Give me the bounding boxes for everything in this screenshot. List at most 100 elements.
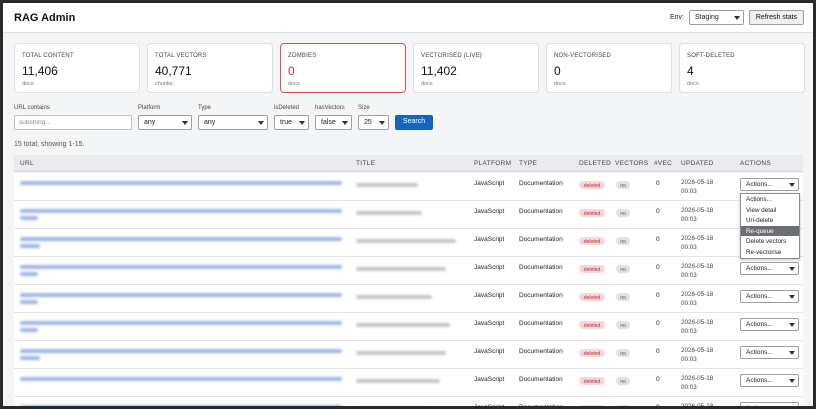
env-select[interactable]: Staging: [689, 10, 744, 25]
vec-count-cell: 0: [656, 264, 660, 271]
updated-time: 00:03: [681, 188, 697, 195]
column-header-url[interactable]: URL: [20, 160, 34, 167]
column-header-vectors[interactable]: VECTORS: [615, 160, 648, 167]
deleted-badge: deleted: [579, 321, 605, 329]
row-actions-select[interactable]: Actions...: [740, 318, 799, 331]
platform-filter-value: any: [144, 119, 156, 126]
row-actions-select[interactable]: Actions...: [740, 346, 799, 359]
column-header-updated[interactable]: UPDATED: [681, 160, 714, 167]
updated-cell: 2026-05-1800:03: [681, 346, 713, 364]
row-actions-select[interactable]: Actions...: [740, 262, 799, 275]
url-link-redacted-line2[interactable]: [20, 216, 38, 220]
table-row[interactable]: JavaScript Documentation deleted no 0 2026-05…: [14, 173, 803, 201]
stat-card-unit: docs: [421, 81, 433, 87]
isdeleted-filter-select[interactable]: true: [274, 115, 309, 130]
updated-date: 2026-05-18: [681, 179, 714, 186]
column-header-platform[interactable]: PLATFORM: [474, 160, 511, 167]
title-redacted: [356, 323, 450, 327]
title-redacted: [356, 351, 446, 355]
hasvectors-filter-select[interactable]: false: [315, 115, 352, 130]
platform-cell: JavaScript: [474, 348, 505, 355]
platform-cell: JavaScript: [474, 292, 505, 299]
column-header-actions: ACTIONS: [740, 160, 771, 167]
deleted-badge: deleted: [579, 209, 605, 217]
url-link-redacted-line2[interactable]: [20, 300, 38, 304]
chevron-down-icon: [789, 295, 795, 299]
row-actions-select[interactable]: Actions...: [740, 178, 799, 191]
url-link-redacted[interactable]: [20, 181, 342, 185]
isdeleted-filter-value: true: [280, 119, 293, 126]
url-link-redacted-line2[interactable]: [20, 244, 40, 248]
table-row[interactable]: JavaScript Documentation deleted no 0 2026-05…: [14, 257, 803, 285]
column-header-nvec[interactable]: #VEC: [654, 160, 672, 167]
chevron-down-icon: [299, 121, 305, 125]
type-filter-select[interactable]: any: [198, 115, 268, 130]
table-row[interactable]: JavaScript Documentation deleted no 0 2026-05…: [14, 285, 803, 313]
url-link-redacted[interactable]: [20, 237, 342, 241]
size-filter-label: Size: [358, 105, 370, 111]
url-link-redacted[interactable]: [20, 293, 342, 297]
menu-item-delete-vectors[interactable]: Delete vectors: [741, 236, 799, 247]
table-row[interactable]: JavaScript Documentation deleted no 0 2026-05…: [14, 341, 803, 369]
stat-card-label: SOFT-DELETED: [687, 53, 735, 59]
updated-date: 2026-05-18: [681, 347, 714, 354]
column-header-deleted[interactable]: DELETED: [579, 160, 611, 167]
type-cell: Documentation: [519, 404, 563, 406]
updated-cell: 2026-05-1800:03: [681, 234, 713, 252]
table-row[interactable]: JavaScript Documentation deleted no 0 2026-05…: [14, 201, 803, 229]
url-filter-input[interactable]: substring...: [14, 115, 132, 130]
platform-cell: JavaScript: [474, 404, 504, 406]
updated-date: 2026-05-18: [681, 207, 714, 214]
stat-card-soft-deleted: SOFT-DELETED 4 docs: [679, 43, 805, 93]
deleted-badge: deleted: [579, 377, 605, 385]
row-actions-select[interactable]: Actions...: [740, 402, 799, 406]
vec-count-cell: 0: [656, 348, 660, 355]
menu-item-view-detail[interactable]: View detail: [741, 205, 799, 216]
search-button[interactable]: Search: [395, 115, 433, 130]
row-actions-select[interactable]: Actions...: [740, 290, 799, 303]
type-cell: Documentation: [519, 236, 563, 243]
vectors-badge: no: [616, 181, 630, 189]
url-link-redacted[interactable]: [20, 405, 342, 406]
vec-count-cell: 0: [656, 292, 660, 299]
url-link-redacted[interactable]: [20, 265, 342, 269]
updated-time: 00:03: [681, 216, 697, 223]
updated-date: 2026-05-18: [681, 263, 714, 270]
menu-item-actions[interactable]: Actions...: [741, 194, 799, 205]
menu-item-re-vectorise[interactable]: Re-vectorise: [741, 247, 799, 258]
url-link-redacted[interactable]: [20, 321, 342, 325]
refresh-stats-button[interactable]: Refresh stats: [749, 10, 804, 25]
stat-card-non-vectorised: NON-VECTORISED 0 docs: [546, 43, 672, 93]
url-link-redacted-line2[interactable]: [20, 272, 38, 276]
url-link-redacted[interactable]: [20, 209, 342, 213]
row-actions-select[interactable]: Actions...: [740, 374, 799, 387]
hasvectors-filter-label: hasVectors: [315, 105, 345, 111]
platform-filter-select[interactable]: any: [138, 115, 192, 130]
url-link-redacted-line2[interactable]: [20, 328, 38, 332]
table-row[interactable]: JavaScript Documentation deleted no 0 2026-05…: [14, 397, 803, 406]
platform-filter-label: Platform: [138, 105, 161, 111]
stat-card-unit: docs: [22, 81, 34, 87]
row-actions-value: Actions...: [746, 293, 773, 300]
url-link-redacted-line2[interactable]: [20, 356, 40, 360]
url-link-redacted[interactable]: [20, 377, 342, 381]
column-header-type[interactable]: TYPE: [519, 160, 537, 167]
stat-card-total-vectors: TOTAL VECTORS 40,771 chunks: [147, 43, 273, 93]
table-row[interactable]: JavaScript Documentation deleted no 0 2026-05…: [14, 229, 803, 257]
vec-count-cell: 0: [656, 376, 660, 383]
row-actions-value: Actions...: [746, 265, 773, 272]
title-redacted: [356, 295, 432, 299]
top-bar: RAG Admin Env: Staging Refresh stats: [3, 3, 813, 33]
table-row[interactable]: JavaScript Documentation deleted no 0 2026-05…: [14, 369, 803, 397]
column-header-title[interactable]: TITLE: [356, 160, 375, 167]
menu-item-re-queue[interactable]: Re-queue: [741, 225, 799, 236]
url-link-redacted[interactable]: [20, 349, 342, 353]
size-filter-select[interactable]: 25: [358, 115, 389, 130]
menu-item-un-delete[interactable]: Un-delete: [741, 215, 799, 226]
deleted-badge: deleted: [579, 405, 605, 406]
updated-cell: 2026-05-1800:03: [681, 402, 713, 406]
type-cell: Documentation: [519, 320, 563, 327]
table-row[interactable]: JavaScript Documentation deleted no 0 2026-05…: [14, 313, 803, 341]
vec-count-cell: 0: [656, 320, 660, 327]
type-filter-label: Type: [198, 105, 212, 111]
